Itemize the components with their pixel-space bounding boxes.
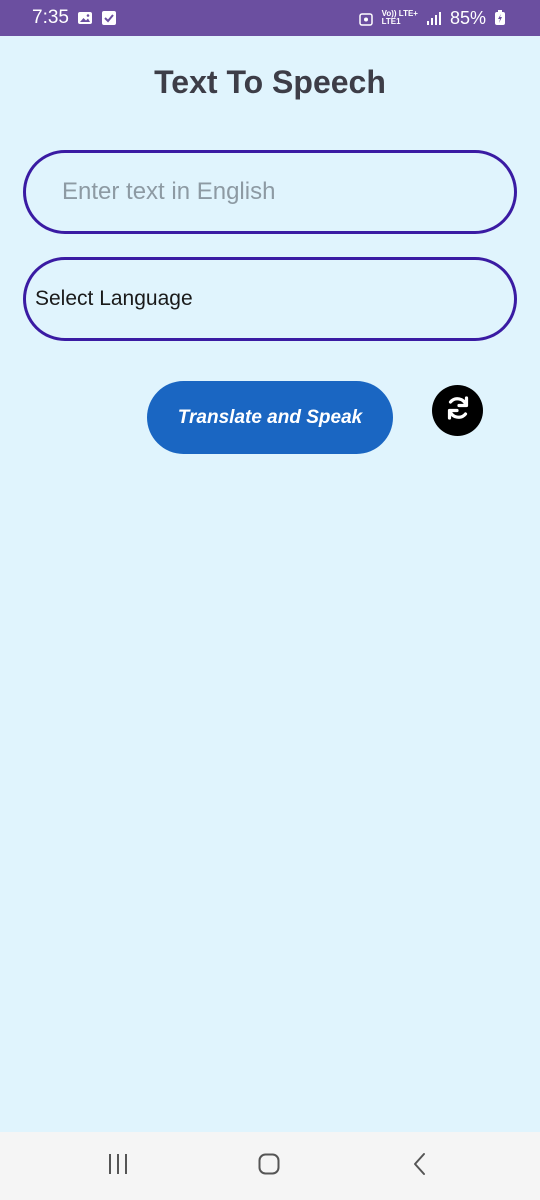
- battery-percent: 85%: [449, 7, 486, 28]
- status-right: Vo)) LTE+ LTE1 85%: [358, 8, 510, 29]
- network-label: Vo)) LTE+ LTE1: [382, 10, 418, 26]
- lock-icon: [358, 10, 374, 26]
- refresh-icon: [443, 393, 473, 428]
- language-select-value: Select Language: [35, 287, 193, 310]
- nav-recents-button[interactable]: [98, 1150, 138, 1182]
- nav-back-button[interactable]: [401, 1150, 441, 1182]
- nav-home-button[interactable]: [249, 1150, 289, 1182]
- status-time: 7:35: [32, 7, 69, 28]
- battery-charging-icon: [494, 10, 510, 26]
- translate-and-speak-button[interactable]: Translate and Speak: [147, 381, 393, 454]
- checkbox-notification-icon: [101, 10, 117, 26]
- status-left: 7:35: [32, 7, 117, 29]
- english-text-field[interactable]: [23, 150, 517, 234]
- home-icon: [257, 1152, 281, 1181]
- page-title: Text To Speech: [154, 64, 386, 100]
- refresh-button[interactable]: [432, 385, 483, 436]
- english-text-input[interactable]: [62, 178, 514, 206]
- network-bottom-label: LTE1: [381, 17, 401, 26]
- gallery-icon: [77, 10, 93, 26]
- signal-icon: [426, 10, 442, 26]
- back-icon: [409, 1152, 433, 1181]
- status-bar: 7:35 Vo)) LTE+ LTE1 85%: [0, 0, 540, 36]
- recents-icon: [106, 1152, 130, 1181]
- translate-button-label: Translate and Speak: [177, 406, 363, 428]
- language-select[interactable]: Select Language: [23, 257, 517, 341]
- navigation-bar: [0, 1132, 540, 1200]
